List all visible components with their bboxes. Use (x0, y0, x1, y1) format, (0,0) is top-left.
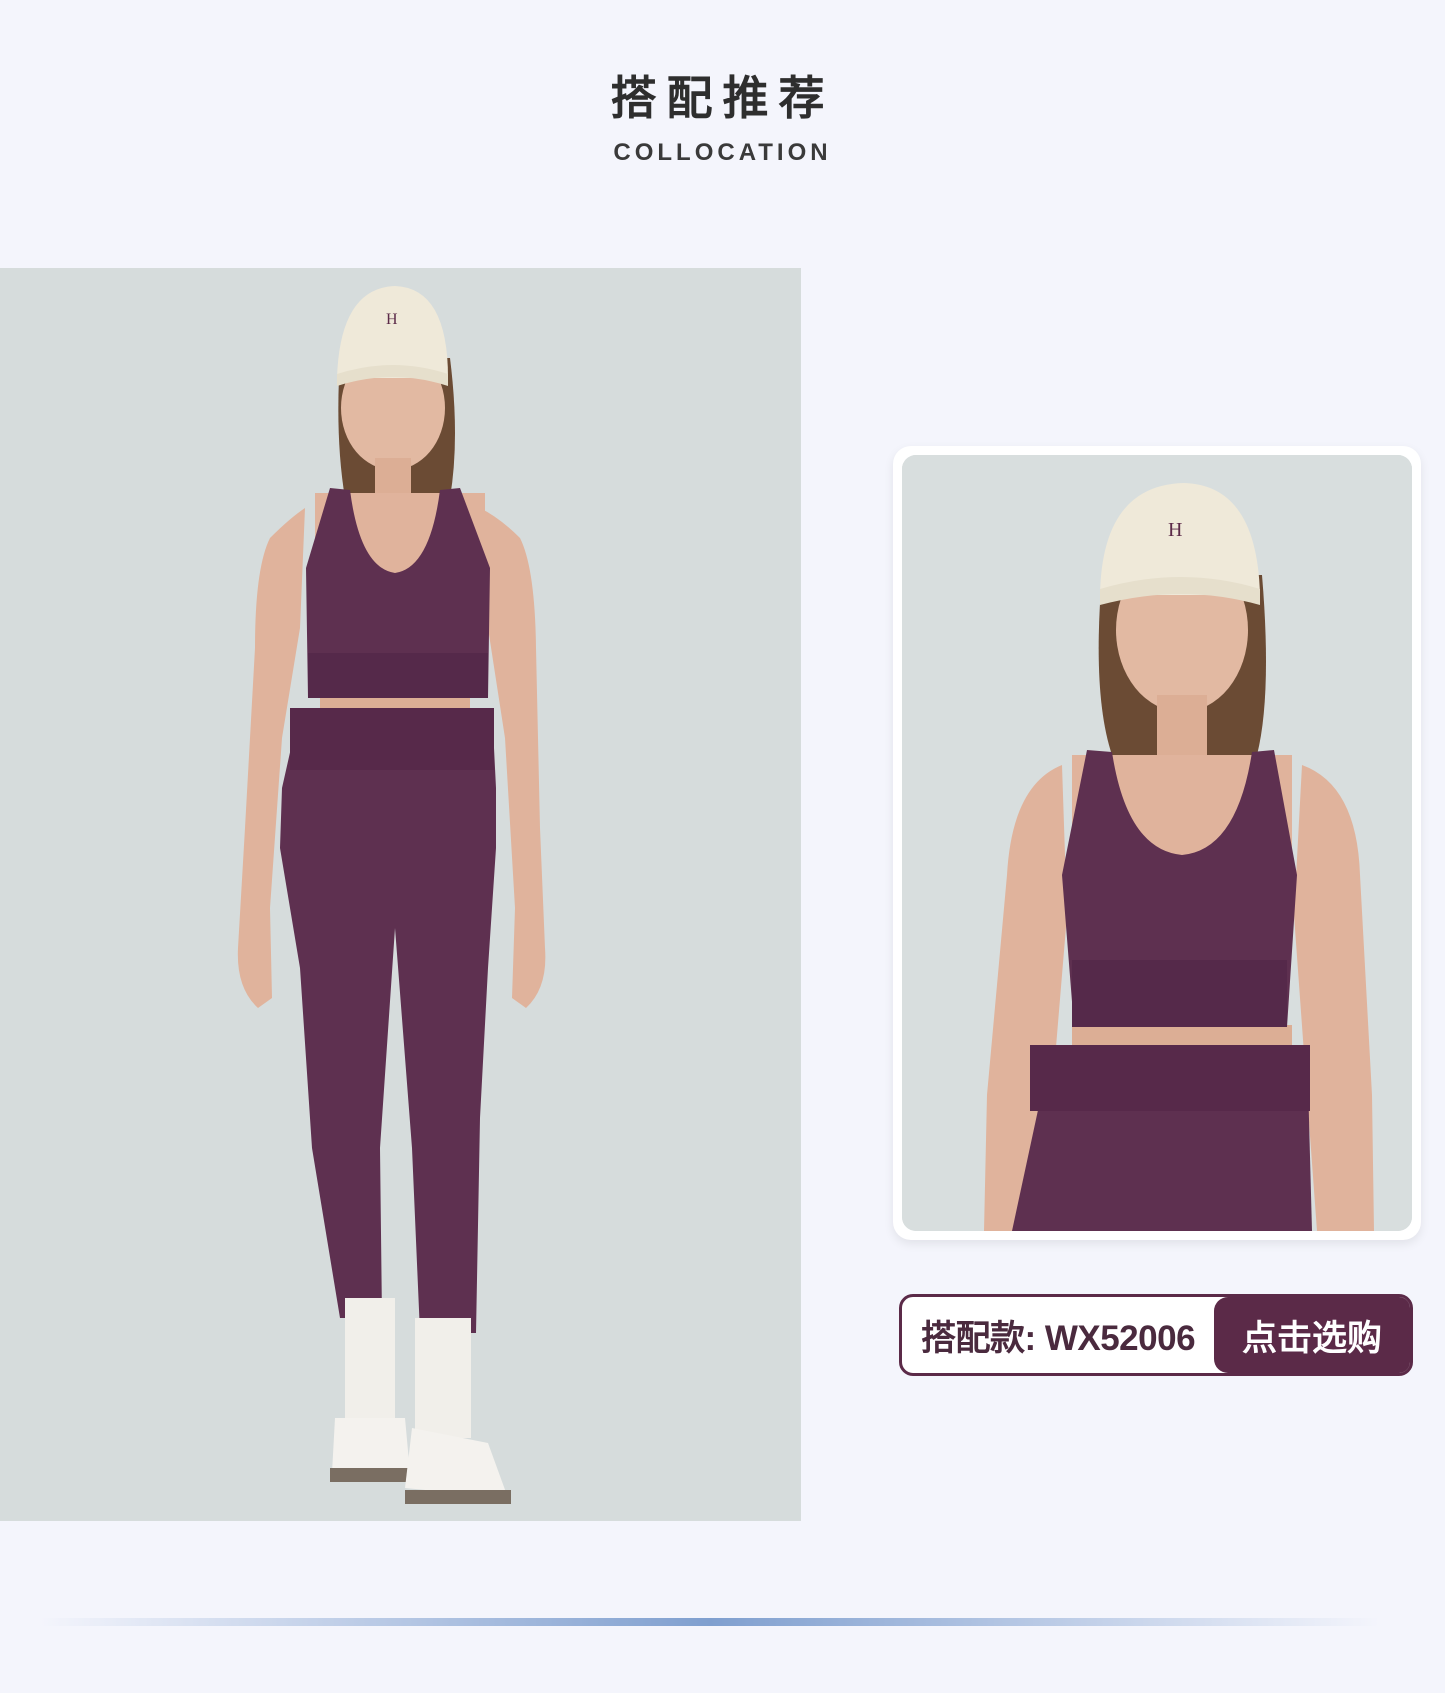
detail-card: H (893, 446, 1421, 1240)
section-subtitle: COLLOCATION (613, 139, 832, 166)
main-model-photo: H (0, 268, 801, 1521)
model-figure-closeup: H (902, 455, 1412, 1231)
model-figure-full: H (0, 268, 801, 1521)
section-title: 搭配推荐 (610, 71, 835, 125)
collocation-cta[interactable]: 搭配款: WX52006 点击选购 (899, 1294, 1413, 1376)
bottom-divider (40, 1618, 1380, 1626)
collocation-code-label: 搭配款: WX52006 (920, 1318, 1196, 1358)
svg-text:H: H (1168, 519, 1182, 541)
detail-model-photo: H (902, 455, 1412, 1231)
shop-now-button[interactable]: 点击选购 (1214, 1297, 1410, 1373)
svg-text:H: H (386, 311, 398, 328)
